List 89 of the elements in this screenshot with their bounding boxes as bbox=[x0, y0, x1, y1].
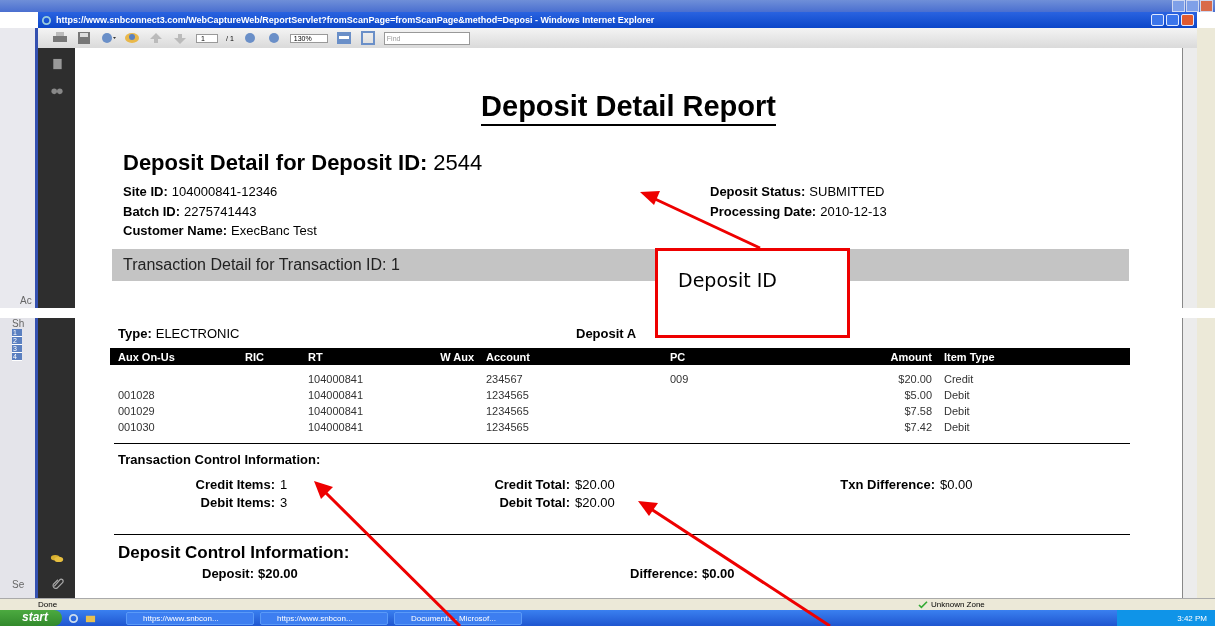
table-cell: $5.00 bbox=[904, 389, 932, 401]
field-value: ExecBanc Test bbox=[231, 223, 317, 239]
zone-text: Unknown Zone bbox=[931, 600, 985, 609]
field-label: Site ID: bbox=[123, 184, 168, 200]
table-cell: Debit bbox=[944, 389, 970, 401]
table-cell: $20.00 bbox=[898, 373, 932, 385]
table-cell: 1234565 bbox=[486, 389, 529, 401]
table-cell: $7.58 bbox=[904, 405, 932, 417]
window-text: Se bbox=[12, 579, 26, 590]
field-label: Credit Items: bbox=[195, 477, 275, 492]
check-icon bbox=[918, 600, 928, 609]
table-cell: 104000841 bbox=[308, 389, 364, 401]
field-label: Debit Items: bbox=[200, 495, 275, 510]
field-label: Type: bbox=[118, 326, 152, 341]
taskbar-button[interactable]: Document1 - Microsof... bbox=[394, 611, 522, 625]
field-value: 2275741443 bbox=[184, 203, 257, 219]
taskbar-button[interactable]: https://www.snbcon... bbox=[260, 611, 388, 625]
table-cell: 1234565 bbox=[486, 405, 529, 417]
column-header: RIC bbox=[244, 350, 265, 363]
field-label: Deposit A bbox=[576, 326, 637, 341]
table-cell: 104000841 bbox=[308, 373, 364, 385]
table-cell: 104000841 bbox=[308, 421, 364, 433]
column-header: Aux On-Us bbox=[117, 350, 176, 363]
comment-icon[interactable] bbox=[49, 552, 64, 565]
minimize-button[interactable] bbox=[1151, 14, 1164, 26]
table-cell: Debit bbox=[944, 405, 970, 417]
column-header: Item Type bbox=[943, 350, 996, 363]
table-cell: 009 bbox=[670, 373, 689, 385]
field-label: Difference: bbox=[630, 566, 698, 581]
field-label: Txn Difference: bbox=[840, 477, 935, 492]
column-header: Amount bbox=[889, 350, 933, 363]
table-cell: Credit bbox=[944, 373, 974, 385]
print-icon[interactable] bbox=[52, 31, 68, 45]
field-value: 104000841-12346 bbox=[171, 184, 278, 200]
field-value: ELECTRONIC bbox=[155, 326, 240, 341]
report-title: Deposit Detail Report bbox=[481, 90, 776, 126]
window-title: https://www.snbconnect3.com/WebCaptureWeb/ReportServlet?fromScanPage=fromScanPage&method=Deposi - Windows Internet Explorer bbox=[56, 15, 656, 25]
table-cell: 234567 bbox=[486, 373, 523, 385]
taskbar-button[interactable]: https://www.snbcon... bbox=[126, 611, 254, 625]
field-value: $0.00 bbox=[940, 477, 973, 492]
save-icon[interactable] bbox=[76, 31, 92, 45]
scrollbar[interactable] bbox=[1182, 48, 1197, 308]
close-button[interactable] bbox=[1181, 14, 1194, 26]
maximize-button[interactable] bbox=[1166, 14, 1179, 26]
table-cell: 001028 bbox=[118, 389, 155, 401]
field-label: Debit Total: bbox=[499, 495, 570, 510]
paperclip-icon[interactable] bbox=[49, 577, 64, 590]
heading-label: Deposit Detail for Deposit ID: bbox=[123, 150, 428, 175]
column-header: W Aux bbox=[439, 350, 475, 363]
column-header: PC bbox=[669, 350, 687, 363]
table-cell: $7.42 bbox=[904, 421, 932, 433]
field-value: 2010-12-13 bbox=[820, 203, 887, 219]
field-value: 3 bbox=[280, 495, 288, 510]
window-text: Ac bbox=[20, 295, 32, 306]
table-cell: 1234565 bbox=[486, 421, 529, 433]
field-value: $20.00 bbox=[575, 477, 615, 492]
field-value: $20.00 bbox=[575, 495, 615, 510]
column-header: Account bbox=[485, 350, 531, 363]
field-label: Customer Name: bbox=[123, 223, 228, 239]
status-text: Done bbox=[38, 600, 59, 609]
field-label: Batch ID: bbox=[123, 203, 181, 219]
maximize-button[interactable] bbox=[1186, 0, 1199, 12]
fit-page-icon[interactable] bbox=[359, 31, 376, 45]
table-cell: 001030 bbox=[118, 421, 155, 433]
start-button[interactable]: start bbox=[0, 610, 62, 626]
field-value: $0.00 bbox=[701, 566, 735, 581]
heading-value: 2544 bbox=[433, 150, 483, 175]
field-label: Deposit: bbox=[202, 566, 254, 581]
window-text: Sh bbox=[12, 318, 26, 329]
callout-box: Deposit ID bbox=[655, 248, 850, 338]
field-value: 1 bbox=[280, 477, 288, 492]
section-title: Transaction Control Information: bbox=[118, 452, 322, 467]
column-header: RT bbox=[307, 350, 324, 363]
field-value: $20.00 bbox=[258, 566, 298, 581]
field-value: SUBMITTED bbox=[809, 184, 885, 200]
close-button[interactable] bbox=[1200, 0, 1213, 12]
table-cell: Debit bbox=[944, 421, 970, 433]
field-label: Credit Total: bbox=[494, 477, 570, 492]
section-title: Deposit Control Information: bbox=[118, 543, 351, 563]
scrollbar[interactable] bbox=[1182, 318, 1197, 598]
table-cell: 104000841 bbox=[308, 405, 364, 417]
table-cell: 001029 bbox=[118, 405, 155, 417]
fit-width-icon[interactable] bbox=[335, 31, 352, 45]
minimize-button[interactable] bbox=[1172, 0, 1185, 12]
field-label: Deposit Status: bbox=[710, 184, 806, 200]
field-label: Processing Date: bbox=[710, 203, 817, 219]
browser-icon bbox=[41, 14, 52, 26]
browser-icon[interactable] bbox=[68, 612, 79, 624]
clock: 3:42 PM bbox=[1177, 613, 1207, 623]
